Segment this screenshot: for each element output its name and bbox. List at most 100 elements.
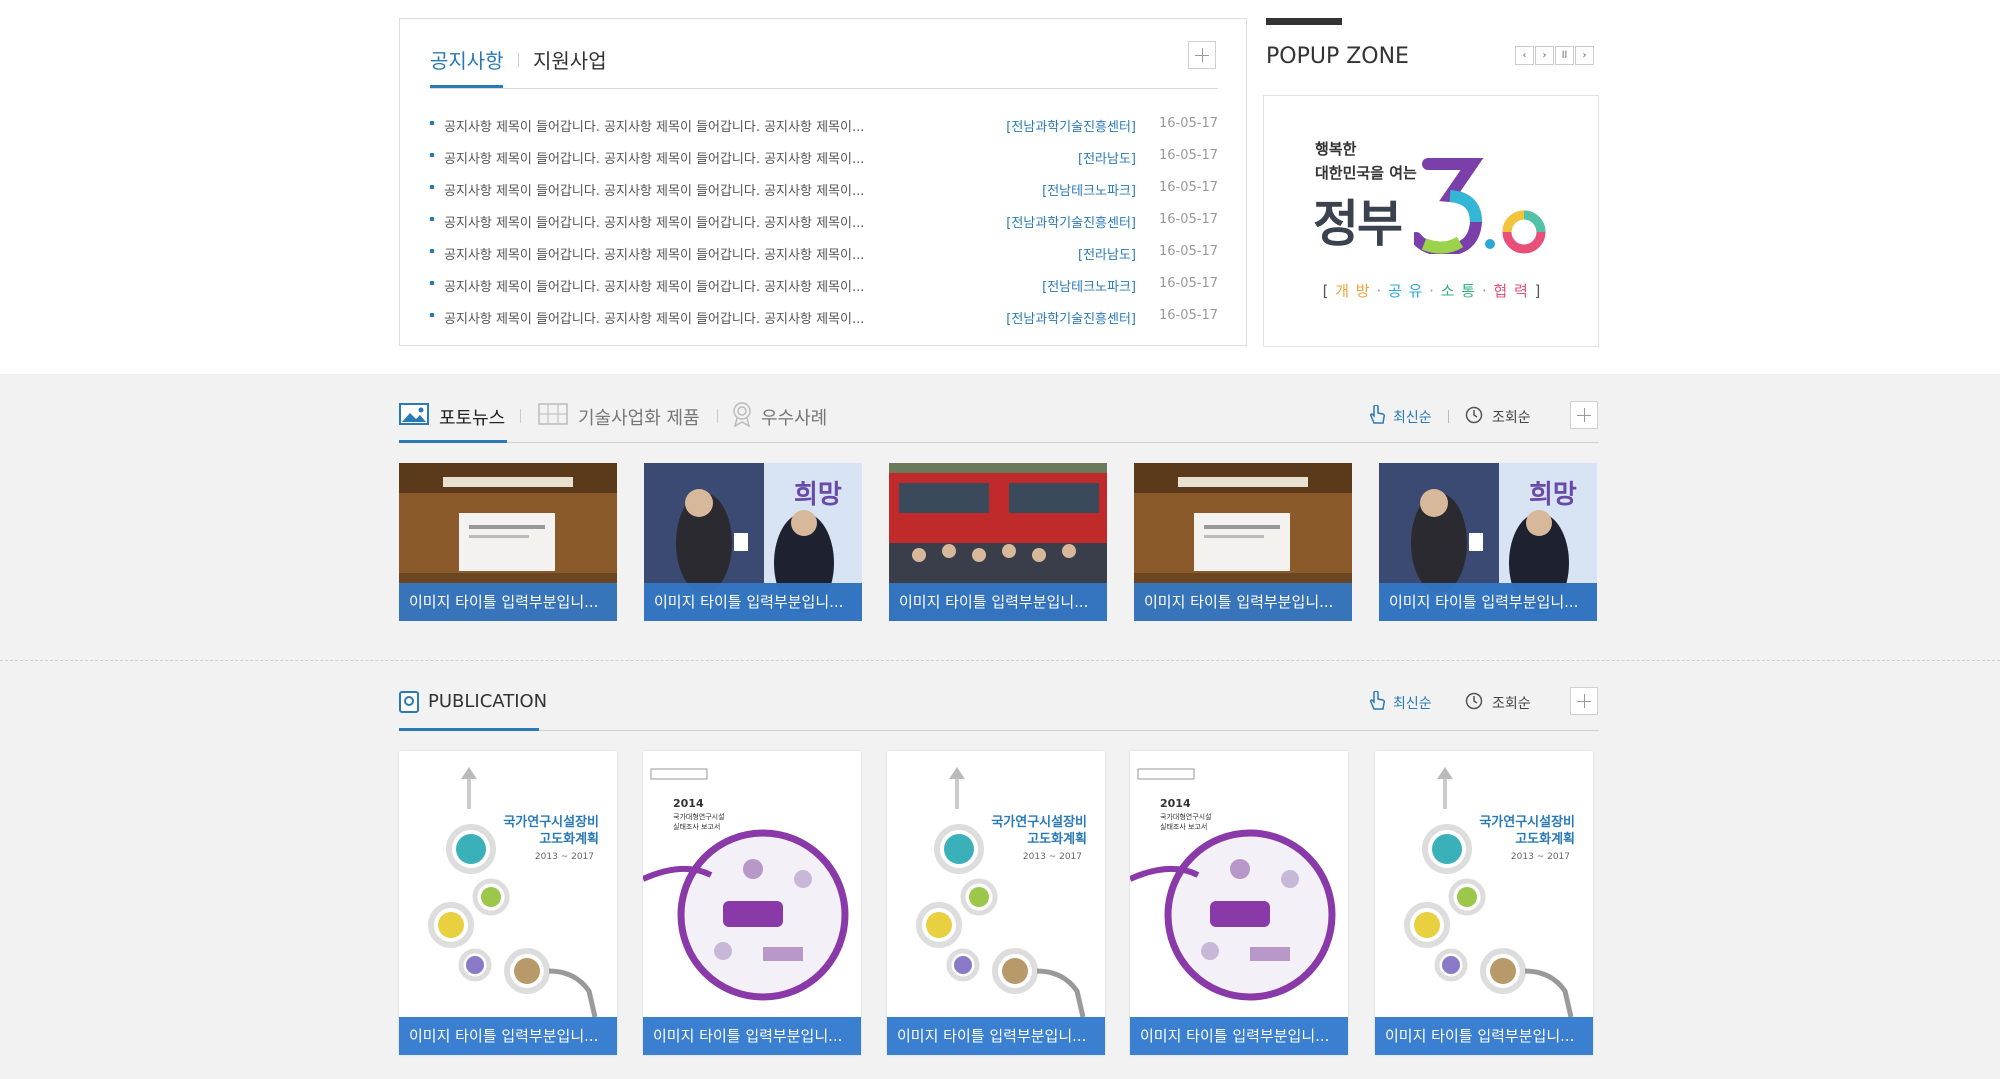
notice-title[interactable]: 공지사항 제목이 들어갑니다. 공지사항 제목이 들어갑니다. 공지사항 제목이… xyxy=(444,116,864,135)
sort-latest[interactable]: 최신순 xyxy=(1393,407,1432,427)
notice-org: [전남과학기술진흥센터] xyxy=(1006,120,1136,135)
photo-card[interactable]: 이미지 타이틀 입력부분입니... xyxy=(1134,463,1352,621)
sort-views[interactable]: 조회순 xyxy=(1492,693,1531,713)
cover-sub-2: 실태조사 보고서 xyxy=(673,822,720,831)
cover-years: 2013 ~ 2017 xyxy=(1511,852,1570,862)
active-tab-underline xyxy=(399,440,507,443)
keyword-sep: · xyxy=(1481,282,1488,300)
tab-notice[interactable]: 공지사항 xyxy=(430,45,504,74)
bracket-open: [ xyxy=(1322,282,1330,300)
photo-card[interactable]: 이미지 타이틀 입력부분입니... xyxy=(889,463,1107,621)
tab-divider xyxy=(717,409,718,423)
tab-baseline xyxy=(430,88,1218,89)
notice-date: 16-05-17 xyxy=(1158,116,1218,131)
photo-caption[interactable]: 이미지 타이틀 입력부분입니... xyxy=(399,583,617,621)
notice-more-button[interactable] xyxy=(1188,41,1216,69)
publication-card[interactable]: 2014 국가대형연구시설 실태조사 보고서 이미지 타이틀 입력부분입니... xyxy=(1130,751,1348,1055)
keyword-cooperate: 협 력 xyxy=(1493,282,1529,300)
notice-row[interactable]: 공지사항 제목이 들어갑니다. 공지사항 제목이 들어갑니다. 공지사항 제목이… xyxy=(430,210,1218,231)
tab-support-projects[interactable]: 지원사업 xyxy=(533,45,607,74)
keyword-sep: · xyxy=(1429,282,1435,300)
notice-title[interactable]: 공지사항 제목이 들어갑니다. 공지사항 제목이 들어갑니다. 공지사항 제목이… xyxy=(444,244,864,263)
cover-title-1: 국가연구시설장비 xyxy=(991,814,1087,830)
cover-title-1: 국가연구시설장비 xyxy=(503,814,599,830)
notice-title[interactable]: 공지사항 제목이 들어갑니다. 공지사항 제목이 들어갑니다. 공지사항 제목이… xyxy=(444,148,864,167)
publication-caption[interactable]: 이미지 타이틀 입력부분입니... xyxy=(643,1017,861,1055)
notice-row[interactable]: 공지사항 제목이 들어갑니다. 공지사항 제목이 들어갑니다. 공지사항 제목이… xyxy=(430,274,1218,295)
photo-card[interactable]: 이미지 타이틀 입력부분입니... xyxy=(399,463,617,621)
notice-title[interactable]: 공지사항 제목이 들어갑니다. 공지사항 제목이 들어갑니다. 공지사항 제목이… xyxy=(444,276,864,295)
publication-card[interactable]: 2014 국가대형연구시설 실태조사 보고서 이미지 타이틀 입력부분입니... xyxy=(643,751,861,1055)
notice-date: 16-05-17 xyxy=(1158,212,1218,227)
cover-sub-2: 실태조사 보고서 xyxy=(1160,822,1207,831)
publication-title: PUBLICATION xyxy=(428,691,548,712)
tab-photo-news[interactable]: 포토뉴스 xyxy=(439,404,505,430)
bullet-icon xyxy=(430,185,434,189)
section-baseline xyxy=(399,730,1599,731)
sort-views[interactable]: 조회순 xyxy=(1492,407,1531,427)
notice-title[interactable]: 공지사항 제목이 들어갑니다. 공지사항 제목이 들어갑니다. 공지사항 제목이… xyxy=(444,308,864,327)
photo-card[interactable]: 희망 이미지 타이틀 입력부분입니... xyxy=(1379,463,1597,621)
banner-keywords: [ 개 방 · 공 유 · 소 통 · 협 력 ] xyxy=(1264,280,1600,301)
notice-title[interactable]: 공지사항 제목이 들어갑니다. 공지사항 제목이 들어갑니다. 공지사항 제목이… xyxy=(444,212,864,231)
gov3-logo-icon xyxy=(1414,158,1546,254)
cover-title-2: 고도화계획 xyxy=(1027,831,1087,847)
notice-row[interactable]: 공지사항 제목이 들어갑니다. 공지사항 제목이 들어갑니다. 공지사항 제목이… xyxy=(430,114,1218,135)
bullet-icon xyxy=(430,249,434,253)
publication-cover: 국가연구시설장비 고도화계획 2013 ~ 2017 xyxy=(1375,751,1593,1018)
publication-card[interactable]: 국가연구시설장비 고도화계획 2013 ~ 2017 이미지 타이틀 입력부분입… xyxy=(887,751,1105,1055)
sort-latest[interactable]: 최신순 xyxy=(1393,693,1432,713)
sort-divider xyxy=(1448,410,1449,423)
photo-caption[interactable]: 이미지 타이틀 입력부분입니... xyxy=(1379,583,1597,621)
publication-icon xyxy=(399,691,419,713)
publication-caption[interactable]: 이미지 타이틀 입력부분입니... xyxy=(1375,1017,1593,1055)
popup-play-button[interactable]: › xyxy=(1575,46,1594,65)
publication-cover: 2014 국가대형연구시설 실태조사 보고서 xyxy=(1130,751,1348,1017)
notice-row[interactable]: 공지사항 제목이 들어갑니다. 공지사항 제목이 들어갑니다. 공지사항 제목이… xyxy=(430,146,1218,167)
photo-more-button[interactable] xyxy=(1570,401,1598,429)
banner-line2: 대한민국을 여는 xyxy=(1315,164,1417,182)
bullet-icon xyxy=(430,121,434,125)
tab-divider xyxy=(518,53,519,67)
publication-caption[interactable]: 이미지 타이틀 입력부분입니... xyxy=(1130,1017,1348,1055)
notice-row[interactable]: 공지사항 제목이 들어갑니다. 공지사항 제목이 들어갑니다. 공지사항 제목이… xyxy=(430,178,1218,199)
notice-org: [전남과학기술진흥센터] xyxy=(1006,312,1136,327)
section-divider xyxy=(0,660,2000,661)
bullet-icon xyxy=(430,217,434,221)
active-tab-underline xyxy=(399,728,539,731)
publication-cover: 2014 국가대형연구시설 실태조사 보고서 xyxy=(643,751,861,1017)
notice-title[interactable]: 공지사항 제목이 들어갑니다. 공지사항 제목이 들어갑니다. 공지사항 제목이… xyxy=(444,180,864,199)
grid-icon xyxy=(538,403,568,425)
svg-text:희망: 희망 xyxy=(1529,480,1577,510)
popup-next-button[interactable]: › xyxy=(1535,46,1554,65)
notice-date: 16-05-17 xyxy=(1158,180,1218,195)
bracket-close: ] xyxy=(1534,282,1542,300)
notice-org: [전남테크노파크] xyxy=(1042,280,1136,295)
notice-org: [전남과학기술진흥센터] xyxy=(1006,216,1136,231)
popup-prev-button[interactable]: ‹ xyxy=(1515,46,1534,65)
photo-card[interactable]: 희망 이미지 타이틀 입력부분입니... xyxy=(644,463,862,621)
popup-banner[interactable]: 행복한 대한민국을 여는 정부 [ 개 방 · 공 유 · 소 통 · 협 력 … xyxy=(1263,95,1599,347)
notice-date: 16-05-17 xyxy=(1158,148,1218,163)
popup-accent-bar xyxy=(1266,18,1342,25)
publication-cover: 국가연구시설장비 고도화계획 2013 ~ 2017 xyxy=(887,751,1105,1018)
cover-sub-1: 국가대형연구시설 xyxy=(673,812,725,821)
tab-commercialized-products[interactable]: 기술사업화 제품 xyxy=(578,404,700,430)
notice-row[interactable]: 공지사항 제목이 들어갑니다. 공지사항 제목이 들어갑니다. 공지사항 제목이… xyxy=(430,242,1218,263)
photo-caption[interactable]: 이미지 타이틀 입력부분입니... xyxy=(1134,583,1352,621)
publication-caption[interactable]: 이미지 타이틀 입력부분입니... xyxy=(399,1017,617,1055)
clock-icon xyxy=(1465,692,1483,710)
publication-card[interactable]: 국가연구시설장비 고도화계획 2013 ~ 2017 이미지 타이틀 입력부분입… xyxy=(399,751,617,1055)
publication-card[interactable]: 국가연구시설장비 고도화계획 2013 ~ 2017 이미지 타이틀 입력부분입… xyxy=(1375,751,1593,1055)
popup-pause-button[interactable]: ll xyxy=(1555,46,1574,65)
banner-main-text: 정부 xyxy=(1313,195,1403,253)
bullet-icon xyxy=(430,313,434,317)
publication-caption[interactable]: 이미지 타이틀 입력부분입니... xyxy=(887,1017,1105,1055)
publication-more-button[interactable] xyxy=(1570,687,1598,715)
photo-caption[interactable]: 이미지 타이틀 입력부분입니... xyxy=(644,583,862,621)
photo-caption[interactable]: 이미지 타이틀 입력부분입니... xyxy=(889,583,1107,621)
notice-row[interactable]: 공지사항 제목이 들어갑니다. 공지사항 제목이 들어갑니다. 공지사항 제목이… xyxy=(430,306,1218,327)
tab-best-practices[interactable]: 우수사례 xyxy=(761,404,827,430)
photo-icon xyxy=(399,403,429,425)
bullet-icon xyxy=(430,153,434,157)
